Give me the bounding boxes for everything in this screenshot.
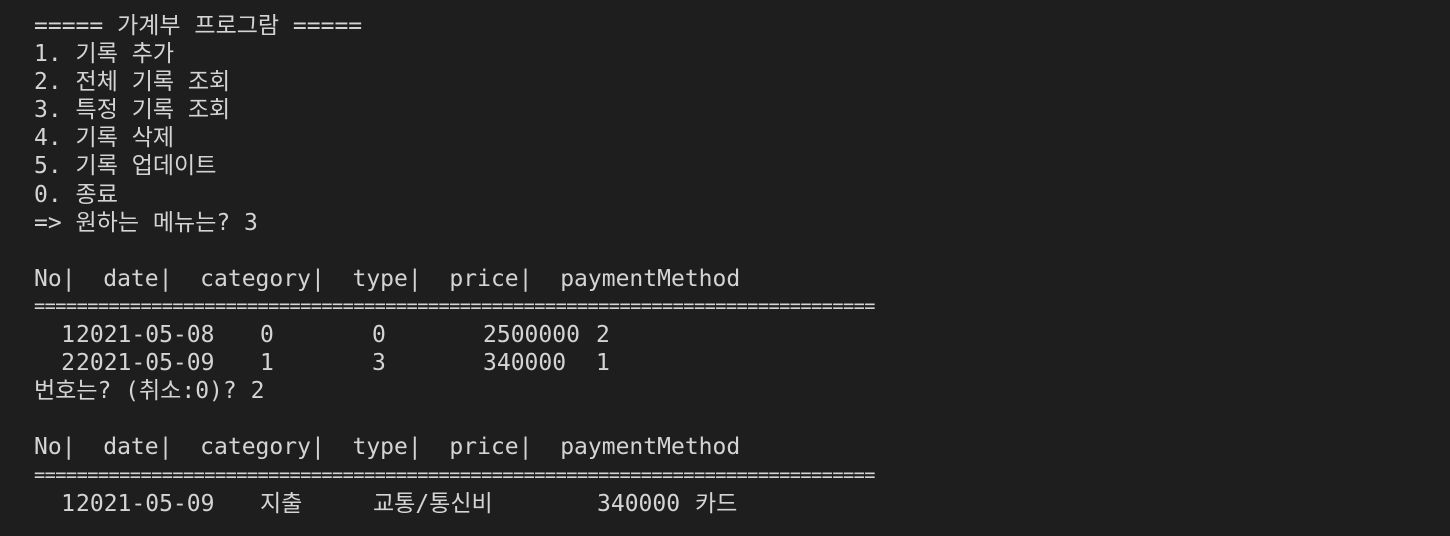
- table-header: No| date| category| type| price| payment…: [34, 434, 741, 461]
- row-payment-method: 1: [596, 350, 610, 377]
- menu-item-exit: 0. 종료: [34, 181, 118, 208]
- row-date: 2021-05-08: [76, 322, 215, 349]
- row-price: 340000: [597, 490, 681, 517]
- program-title: ===== 가계부 프로그람 =====: [34, 13, 363, 39]
- menu-item-update: 5. 기록 업데이트: [34, 153, 217, 180]
- table-row: 1 2021-05-09 지출 교통/통신비 340000 카드: [34, 490, 1450, 518]
- menu-item-view-one: 3. 특정 기록 조회: [34, 97, 231, 124]
- menu-item-view-all: 2. 전체 기록 조회: [34, 69, 231, 96]
- row-price: 340000: [483, 350, 567, 377]
- table-row: 2 2021-05-09 1 3 340000 1: [34, 349, 1450, 377]
- row-type: 0: [372, 322, 386, 349]
- row-payment-method: 2: [596, 322, 610, 349]
- row-type: 3: [372, 350, 386, 377]
- menu-prompt: => 원하는 메뉴는? 3: [34, 209, 258, 236]
- row-payment-method: 카드: [695, 490, 738, 517]
- row-price: 2500000: [483, 322, 580, 349]
- number-prompt: 번호는? (취소:0)? 2: [34, 378, 265, 405]
- row-number: 2: [61, 350, 75, 377]
- table-separator: ========================================…: [34, 295, 875, 317]
- row-type: 교통/통신비: [373, 490, 493, 517]
- menu-item-add: 1. 기록 추가: [34, 41, 175, 68]
- row-date: 2021-05-09: [76, 490, 215, 517]
- table-separator: ========================================…: [34, 464, 875, 486]
- row-category: 1: [260, 350, 274, 377]
- terminal-window[interactable]: ===== 가계부 프로그람 ===== 1. 기록 추가 2. 전체 기록 조…: [0, 0, 1450, 536]
- table-row: 1 2021-05-08 0 0 2500000 2: [34, 321, 1450, 349]
- menu-item-delete: 4. 기록 삭제: [34, 125, 175, 152]
- row-category: 지출: [260, 490, 303, 517]
- row-number: 1: [61, 490, 75, 517]
- row-date: 2021-05-09: [76, 350, 215, 377]
- table-header: No| date| category| type| price| payment…: [34, 265, 741, 292]
- row-number: 1: [61, 322, 75, 349]
- row-category: 0: [260, 322, 274, 349]
